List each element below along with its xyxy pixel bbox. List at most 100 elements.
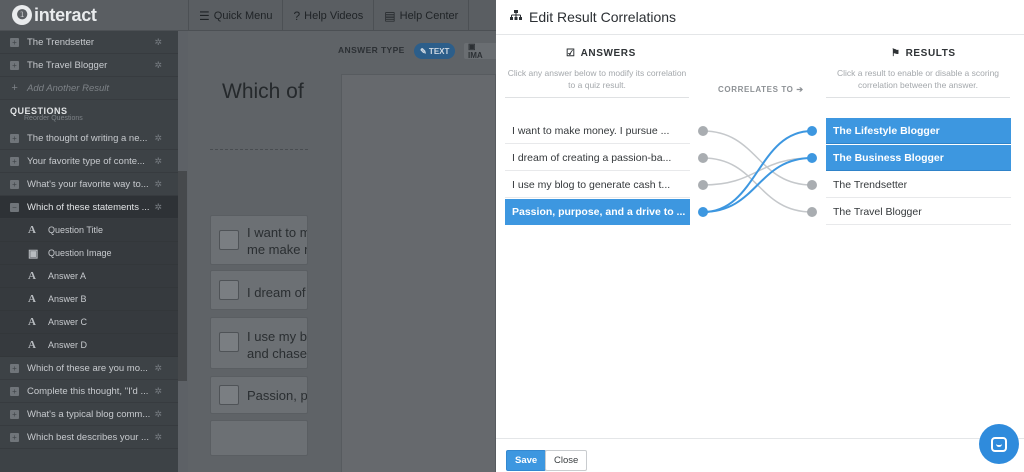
chat-launcher-button[interactable] (979, 424, 1019, 464)
image-icon: ▣ (28, 247, 39, 260)
sidebar-child-label: Answer D (48, 340, 88, 350)
sidebar-child-question-title[interactable]: A Question Title (0, 219, 178, 242)
add-result-button[interactable]: + Add Another Result (0, 77, 178, 100)
result-connector-dot[interactable] (807, 207, 817, 217)
sidebar-child-answer-a[interactable]: A Answer A (0, 265, 178, 288)
logo-text: interact (34, 4, 97, 25)
chat-icon (991, 436, 1007, 452)
gear-icon[interactable]: ✲ (154, 363, 162, 374)
sidebar-child-label: Question Image (48, 248, 112, 258)
gear-icon[interactable]: ✲ (154, 202, 162, 213)
answer-connector-dot[interactable] (698, 180, 708, 190)
gear-icon[interactable]: ✲ (154, 386, 162, 397)
expand-icon[interactable]: + (10, 60, 19, 70)
app-logo[interactable]: ❶ interact (12, 4, 97, 26)
top-nav: ☰ Quick Menu ? Help Videos ▤ Help Center (188, 0, 470, 31)
result-connector-dot[interactable] (807, 153, 817, 163)
sidebar-item-question[interactable]: + Which best describes your ... ✲ (0, 426, 178, 449)
expand-icon[interactable]: + (10, 179, 19, 189)
sidebar-item-label: What's a typical blog comm... (27, 408, 151, 420)
answer-type-text-button[interactable]: ✎ TEXT (414, 43, 456, 59)
reorder-questions-link[interactable]: Reorder Questions (0, 115, 178, 127)
gear-icon[interactable]: ✲ (154, 60, 162, 71)
result-connector-dot[interactable] (807, 180, 817, 190)
close-button[interactable]: Close (545, 450, 588, 471)
edit-correlations-modal: Edit Result Correlations ☑ ANSWERS Click… (496, 0, 1024, 472)
add-result-label: Add Another Result (27, 82, 110, 94)
answer-option[interactable]: I dream of (210, 270, 308, 310)
gear-icon[interactable]: ✲ (154, 156, 162, 167)
sidebar-item-question[interactable]: + What's a typical blog comm... ✲ (0, 403, 178, 426)
gear-icon[interactable]: ✲ (154, 432, 162, 443)
text-icon: A (28, 270, 36, 282)
gear-icon[interactable]: ✲ (154, 179, 162, 190)
sidebar-item-result[interactable]: + The Trendsetter ✲ (0, 31, 178, 54)
text-icon: A (28, 224, 36, 236)
sidebar-item-question-active[interactable]: − Which of these statements ... ✲ (0, 196, 178, 219)
text-icon: A (28, 316, 36, 328)
answer-option-line: and chase (247, 346, 307, 361)
answer-connector-dot[interactable] (698, 153, 708, 163)
answer-option-line: I use my b (247, 329, 307, 344)
result-connector-dot[interactable] (807, 126, 817, 136)
sidebar-child-label: Answer B (48, 294, 87, 304)
correlation-link (702, 157, 813, 213)
modal-footer: Save Close (496, 438, 1024, 472)
divider (210, 149, 308, 150)
expand-icon[interactable]: + (10, 37, 19, 47)
answer-type-image-button[interactable]: ▣ IMA (464, 42, 496, 60)
answer-connector-dot[interactable] (698, 126, 708, 136)
sidebar-item-label: Your favorite type of conte... (27, 155, 145, 167)
sidebar-child-answer-b[interactable]: A Answer B (0, 288, 178, 311)
help-center-button[interactable]: ▤ Help Center (374, 0, 470, 31)
answer-option-line: I dream of (247, 285, 306, 300)
sidebar-child-question-image[interactable]: ▣ Question Image (0, 242, 178, 265)
gear-icon[interactable]: ✲ (154, 37, 162, 48)
sidebar-item-question[interactable]: + The thought of writing a ne... ✲ (0, 127, 178, 150)
answer-connector-dot[interactable] (698, 207, 708, 217)
expand-icon[interactable]: + (10, 363, 19, 373)
answer-checkbox[interactable] (219, 332, 239, 352)
expand-icon[interactable]: + (10, 409, 19, 419)
sidebar-item-label: Which of these statements ... (27, 201, 150, 213)
question-card (341, 74, 496, 472)
expand-icon[interactable]: + (10, 156, 19, 166)
sidebar-item-question[interactable]: + Complete this thought, "I'd ... ✲ (0, 380, 178, 403)
sidebar-item-label: Which of these are you mo... (27, 362, 148, 374)
add-answer-placeholder[interactable] (210, 420, 308, 456)
correlation-links (698, 126, 817, 217)
sidebar-scrollbar[interactable] (178, 171, 187, 381)
sidebar-child-answer-c[interactable]: A Answer C (0, 311, 178, 334)
gear-icon[interactable]: ✲ (154, 133, 162, 144)
answer-option-line: I want to m (247, 225, 308, 240)
collapse-icon[interactable]: − (10, 202, 19, 212)
help-videos-button[interactable]: ? Help Videos (283, 0, 375, 31)
expand-icon[interactable]: + (10, 386, 19, 396)
sidebar-item-question[interactable]: + What's your favorite way to... ✲ (0, 173, 178, 196)
sidebar-item-question[interactable]: + Your favorite type of conte... ✲ (0, 150, 178, 173)
expand-icon[interactable]: + (10, 432, 19, 442)
sidebar-item-label: The Trendsetter (27, 36, 95, 48)
sidebar-item-label: The Travel Blogger (27, 59, 108, 71)
quick-menu-label: Quick Menu (213, 9, 273, 22)
expand-icon[interactable]: + (10, 133, 19, 143)
answer-checkbox[interactable] (219, 280, 239, 300)
sidebar-item-result[interactable]: + The Travel Blogger ✲ (0, 54, 178, 77)
sidebar-child-label: Answer C (48, 317, 88, 327)
quick-menu-button[interactable]: ☰ Quick Menu (189, 0, 284, 31)
answer-checkbox[interactable] (219, 230, 239, 250)
answer-option[interactable]: Passion, p (210, 376, 308, 414)
gear-icon[interactable]: ✲ (154, 409, 162, 420)
help-center-label: Help Center (399, 9, 459, 22)
sidebar-item-question[interactable]: + Which of these are you mo... ✲ (0, 357, 178, 380)
question-title[interactable]: Which of (222, 80, 304, 104)
answer-checkbox[interactable] (219, 385, 239, 405)
sidebar: + The Trendsetter ✲ + The Travel Blogger… (0, 31, 178, 472)
help-videos-label: Help Videos (304, 9, 364, 22)
answer-option[interactable]: I want to m me make m (210, 215, 308, 265)
sidebar-child-label: Answer A (48, 271, 87, 281)
sidebar-child-answer-d[interactable]: A Answer D (0, 334, 178, 357)
answer-option[interactable]: I use my b and chase (210, 317, 308, 369)
save-button[interactable]: Save (506, 450, 547, 471)
answer-option-line: Passion, p (247, 388, 308, 403)
